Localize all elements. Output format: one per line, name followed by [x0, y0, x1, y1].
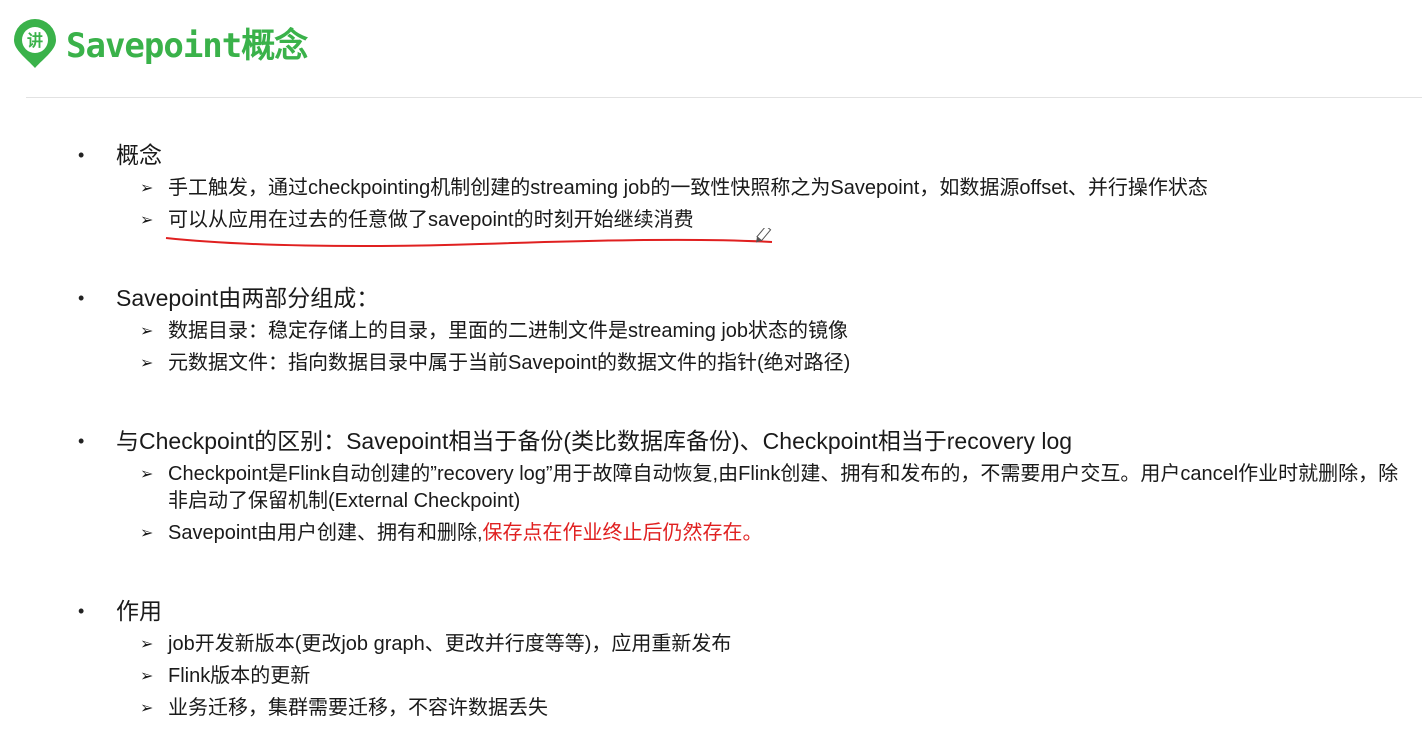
- header-divider: [26, 97, 1422, 98]
- arrow-bullet-icon: ➢: [140, 466, 154, 483]
- item-text: Savepoint由用户创建、拥有和删除,: [168, 522, 483, 544]
- list-item: ➢ Savepoint由用户创建、拥有和删除,保存点在作业终止后仍然存在。: [0, 520, 1422, 547]
- section-heading: 与Checkpoint的区别：Savepoint相当于备份(类比数据库备份)、C…: [116, 428, 1073, 454]
- section-heading: 概念: [116, 142, 162, 168]
- list-item: ➢ 元数据文件：指向数据目录中属于当前Savepoint的数据文件的指针(绝对路…: [0, 350, 1422, 377]
- annotation-underline: [165, 228, 773, 247]
- list-item: ➢ 手工触发，通过checkpointing机制创建的streaming job…: [0, 175, 1422, 202]
- bullet-icon: •: [78, 288, 85, 308]
- section-composition: • Savepoint由两部分组成： ➢ 数据目录：稳定存储上的目录，里面的二进…: [0, 283, 1422, 377]
- item-text: 元数据文件：指向数据目录中属于当前Savepoint的数据文件的指针(绝对路径): [168, 352, 851, 374]
- speech-bubble-logo-icon: 讲: [14, 19, 56, 68]
- highlight-text: 保存点在作业终止后仍然存在。: [482, 522, 763, 544]
- item-text: 数据目录：稳定存储上的目录，里面的二进制文件是streaming job状态的镜…: [168, 320, 849, 342]
- logo-text: 讲: [27, 31, 43, 50]
- bullet-icon: •: [78, 601, 85, 621]
- list-item: ➢ Flink版本的更新: [0, 663, 1422, 690]
- item-text: 手工触发，通过checkpointing机制创建的streaming job的一…: [168, 177, 1208, 199]
- section-heading: 作用: [116, 598, 162, 624]
- list-item: ➢ job开发新版本(更改job graph、更改并行度等等)，应用重新发布: [0, 631, 1422, 658]
- section-difference: • 与Checkpoint的区别：Savepoint相当于备份(类比数据库备份)…: [0, 426, 1422, 547]
- arrow-bullet-icon: ➢: [140, 180, 154, 197]
- page-title: Savepoint概念: [66, 26, 308, 66]
- arrow-bullet-icon: ➢: [140, 636, 154, 653]
- bullet-icon: •: [78, 145, 85, 165]
- item-text: Flink版本的更新: [168, 665, 311, 687]
- bullet-icon: •: [78, 431, 85, 451]
- section-heading: Savepoint由两部分组成：: [116, 285, 380, 311]
- list-item: ➢ 业务迁移，集群需要迁移，不容许数据丢失: [0, 695, 1422, 722]
- section-concept: • 概念 ➢ 手工触发，通过checkpointing机制创建的streamin…: [0, 140, 1422, 234]
- arrow-bullet-icon: ➢: [140, 355, 154, 372]
- section-usage: • 作用 ➢ job开发新版本(更改job graph、更改并行度等等)，应用重…: [0, 596, 1422, 722]
- arrow-bullet-icon: ➢: [140, 212, 154, 229]
- item-text: job开发新版本(更改job graph、更改并行度等等)，应用重新发布: [168, 633, 732, 655]
- arrow-bullet-icon: ➢: [140, 668, 154, 685]
- list-item: ➢ Checkpoint是Flink自动创建的”recovery log”用于故…: [0, 461, 1422, 515]
- arrow-bullet-icon: ➢: [140, 323, 154, 340]
- list-item: ➢ 数据目录：稳定存储上的目录，里面的二进制文件是streaming job状态…: [0, 318, 1422, 345]
- item-text: 业务迁移，集群需要迁移，不容许数据丢失: [168, 697, 548, 719]
- arrow-bullet-icon: ➢: [140, 525, 154, 542]
- arrow-bullet-icon: ➢: [140, 700, 154, 717]
- item-text: Checkpoint是Flink自动创建的”recovery log”用于故障自…: [168, 463, 1399, 512]
